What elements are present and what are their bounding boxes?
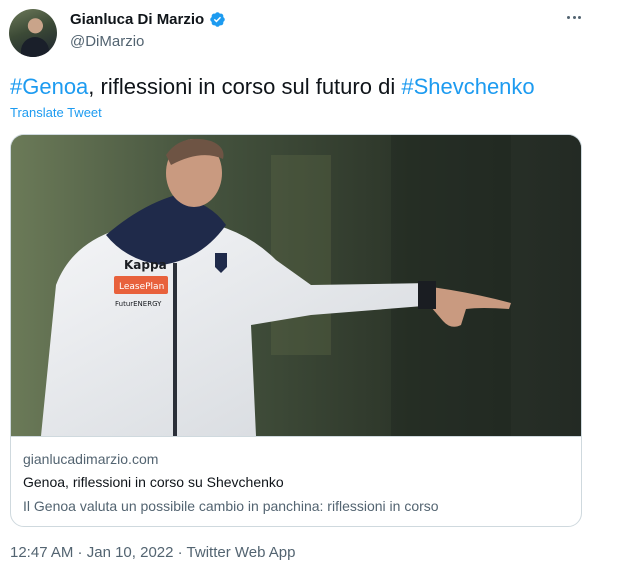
footer-separator: · [173,544,187,561]
card-description: Il Genoa valuta un possibile cambio in p… [23,498,439,514]
card-title: Genoa, riflessioni in corso su Shevchenk… [23,474,284,490]
sponsor-leaseplan-label: LeasePlan [119,282,164,292]
tweet-source[interactable]: Twitter Web App [187,544,296,561]
verified-badge-icon [209,11,226,28]
tweet-footer: 12:47 AM · Jan 10, 2022 · Twitter Web Ap… [10,544,296,561]
footer-separator: · [73,544,87,561]
link-card[interactable]: Kappa LeasePlan FuturENERGY gianlucadima… [10,134,582,527]
hashtag-shevchenko[interactable]: #Shevchenko [401,74,534,99]
author-handle[interactable]: @DiMarzio [70,33,144,50]
sponsor-futurenergy-label: FuturENERGY [115,300,162,308]
more-options-icon[interactable] [563,6,585,28]
author-display-name[interactable]: Gianluca Di Marzio [70,11,204,28]
card-meta[interactable]: gianlucadimarzio.com Genoa, riflessioni … [11,436,581,526]
avatar-figure [21,37,49,57]
hashtag-genoa[interactable]: #Genoa [10,74,88,99]
card-domain: gianlucadimarzio.com [23,451,159,467]
jacket-brand-label: Kappa [124,258,167,272]
tweet-date[interactable]: Jan 10, 2022 [87,544,174,561]
translate-tweet-link[interactable]: Translate Tweet [10,105,102,120]
author-name-row: Gianluca Di Marzio [70,11,226,28]
tweet-text: #Genoa, riflessioni in corso sul futuro … [10,73,535,101]
tweet-time[interactable]: 12:47 AM [10,544,73,561]
avatar[interactable] [9,9,57,57]
tweet-text-middle: , riflessioni in corso sul futuro di [88,74,402,99]
card-image[interactable]: Kappa LeasePlan FuturENERGY [11,135,581,436]
